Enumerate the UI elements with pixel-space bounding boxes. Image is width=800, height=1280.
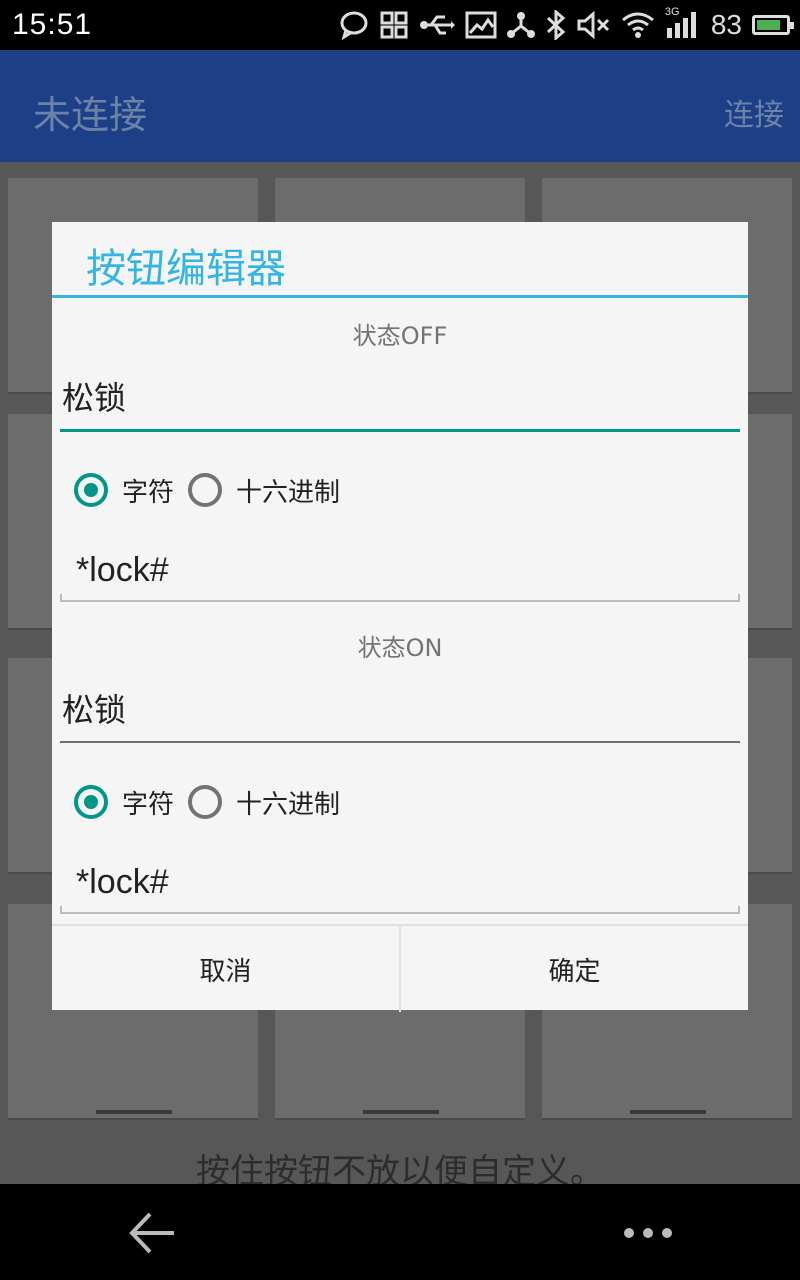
status-bar: 15:51 3G 83 [0,0,800,50]
title-divider [52,295,748,298]
button-indicator [96,1110,172,1114]
state-on-name-value: 松锁 [62,691,127,729]
mute-icon [577,11,611,39]
state-off-name-value: 松锁 [62,379,127,417]
signal-icon: 3G [665,6,701,40]
state-on-name-field[interactable]: 松锁 [60,689,740,743]
radio-unchecked-icon [188,785,223,819]
state-on-command-field[interactable]: *lock# [60,860,740,914]
state-on-command-value: *lock# [76,863,169,901]
usb-icon [419,13,455,37]
button-indicator [630,1110,706,1114]
app-bar: 未连接 连接 [0,50,800,162]
radio-label: 字符 [122,789,175,820]
radio-label: 十六进制 [236,477,341,508]
back-arrow-icon[interactable] [128,1210,176,1260]
confirm-button[interactable]: 确定 [399,926,748,1012]
radio-unchecked-icon [188,473,223,507]
chat-bubble-icon [339,10,369,40]
radio-label: 字符 [122,477,175,508]
state-off-command-field[interactable]: *lock# [60,548,740,602]
state-on-radio-char[interactable]: 字符 [74,784,174,821]
connect-button[interactable]: 连接 [724,90,784,134]
button-editor-dialog: 按钮编辑器 状态OFF 松锁 字符 十六进制 *lock# 状态ON 松锁 字符… [52,222,748,1012]
battery-percent: 83 [710,9,742,40]
state-on-radio-hex[interactable]: 十六进制 [188,784,340,821]
more-menu-icon[interactable] [624,1228,672,1238]
radio-checked-icon [74,785,108,819]
connection-status-title: 未连接 [33,93,148,137]
state-off-radio-char[interactable]: 字符 [74,472,174,509]
status-icons: 3G 83 [339,6,794,44]
state-off-format-group: 字符 十六进制 [74,468,340,512]
share-icon [506,11,535,39]
network-type-label: 3G [664,6,680,18]
battery-fill [757,20,780,30]
state-off-radio-hex[interactable]: 十六进制 [188,472,340,509]
state-off-command-value: *lock# [76,551,169,589]
radio-label: 十六进制 [236,789,341,820]
navigation-bar [0,1184,800,1280]
state-on-label: 状态ON [357,634,443,662]
image-icon [465,11,497,39]
state-on-format-group: 字符 十六进制 [74,780,340,824]
dialog-button-row: 取消 确定 [52,924,748,1012]
radio-checked-icon [74,473,108,507]
status-time: 15:51 [12,8,93,41]
state-off-label: 状态OFF [352,322,448,350]
wifi-icon [621,10,655,40]
dialog-title: 按钮编辑器 [86,246,286,292]
battery-icon [752,15,794,35]
bluetooth-icon [545,10,567,40]
state-off-name-field[interactable]: 松锁 [60,378,740,432]
grid-icon [379,10,409,40]
cancel-button[interactable]: 取消 [52,926,399,1012]
button-indicator [363,1110,439,1114]
